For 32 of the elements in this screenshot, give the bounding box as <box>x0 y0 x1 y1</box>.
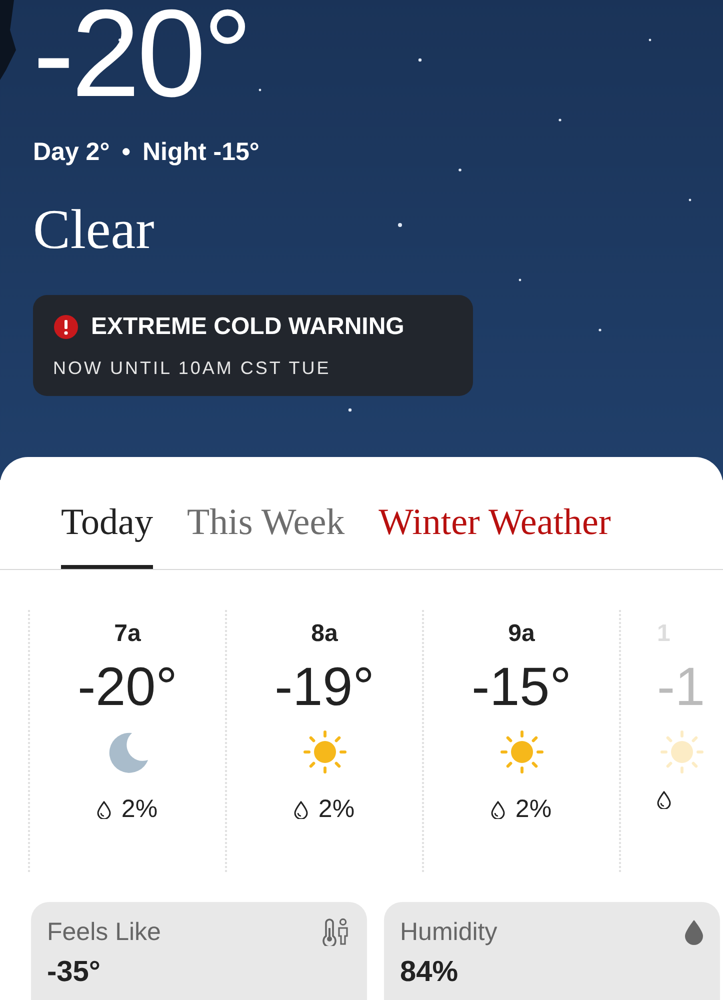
detail-label: Humidity <box>400 916 498 948</box>
raindrop-icon <box>491 800 506 819</box>
precipitation-chance: 2% <box>318 794 355 825</box>
raindrop-icon <box>97 800 112 819</box>
raindrop-icon <box>684 919 704 946</box>
detail-value: -35° <box>47 955 102 990</box>
precipitation-chance: 2% <box>515 794 552 825</box>
alert-title: EXTREME COLD WARNING <box>91 312 404 342</box>
raindrop-icon <box>657 790 671 809</box>
hour-temperature: -20° <box>78 658 178 717</box>
tab[interactable]: Today <box>61 495 153 568</box>
thermometer-person-icon <box>321 918 351 946</box>
night-temperature: Night -15° <box>142 137 260 168</box>
hour-temperature: -1 <box>657 658 706 717</box>
hour-label: 7a <box>114 618 141 648</box>
separator-dot: • <box>122 137 130 168</box>
hour-label: 9a <box>508 618 535 648</box>
condition-text: Clear <box>33 200 154 262</box>
tab[interactable]: Winter Weather <box>378 495 611 568</box>
hour-label: 8a <box>311 618 338 648</box>
exclamation-icon <box>53 314 79 340</box>
precipitation-chance: 2% <box>121 794 158 825</box>
hour-temperature: -19° <box>274 658 374 717</box>
detail-label: Feels Like <box>47 916 161 948</box>
day-temperature: Day 2° <box>33 137 110 168</box>
alert-banner[interactable]: EXTREME COLD WARNING NOW UNTIL 10AM CST TUE <box>33 295 473 396</box>
raindrop-icon <box>294 800 308 819</box>
alert-subtitle: NOW UNTIL 10AM CST TUE <box>53 357 332 380</box>
detail-value: 84% <box>400 955 460 990</box>
current-temperature: -20° <box>33 0 250 116</box>
tab[interactable]: This Week <box>186 495 345 568</box>
hour-temperature: -15° <box>472 658 572 717</box>
